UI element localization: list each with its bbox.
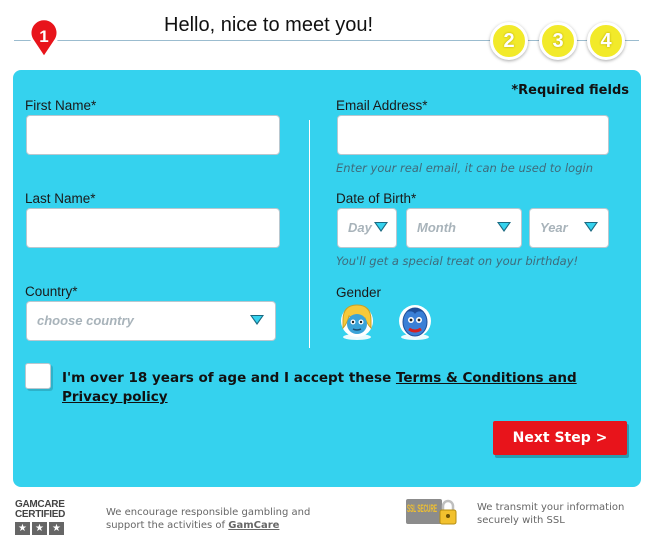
page-title: Hello, nice to meet you! bbox=[164, 14, 373, 36]
country-label: Country* bbox=[25, 284, 78, 299]
gamcare-logo-text: GAMCARE CERTIFIED bbox=[15, 499, 66, 520]
step-3-marker: 3 bbox=[539, 22, 577, 60]
progress-header: 1 Hello, nice to meet you! 2 3 4 bbox=[0, 0, 653, 62]
dob-month-text: Month bbox=[417, 220, 456, 235]
chevron-down-icon bbox=[374, 222, 388, 232]
gender-label: Gender bbox=[336, 285, 382, 300]
chevron-down-icon bbox=[584, 222, 598, 232]
registration-form: *Required fields First Name* Last Name* … bbox=[13, 70, 641, 487]
ssl-badge: SSL SECURE bbox=[406, 498, 460, 526]
dob-year-select[interactable]: Year bbox=[529, 208, 609, 248]
male-avatar-icon[interactable] bbox=[397, 302, 433, 340]
star-icon: ★ bbox=[32, 522, 47, 535]
first-name-field[interactable] bbox=[26, 115, 280, 155]
ssl-badge-text: SSL SECURE bbox=[407, 503, 437, 515]
gamcare-notice: We encourage responsible gambling and su… bbox=[106, 506, 316, 532]
female-avatar-icon[interactable] bbox=[339, 302, 375, 340]
chevron-down-icon bbox=[497, 222, 511, 232]
dob-year-text: Year bbox=[540, 220, 568, 235]
country-select[interactable]: choose country bbox=[26, 301, 276, 341]
star-icon: ★ bbox=[49, 522, 64, 535]
gamcare-logo: GAMCARE CERTIFIED ★ ★ ★ bbox=[15, 500, 69, 535]
terms-prefix: I'm over 18 years of age and I accept th… bbox=[62, 370, 396, 386]
required-fields-note: *Required fields bbox=[511, 83, 629, 98]
dob-hint: You'll get a special treat on your birth… bbox=[336, 254, 579, 268]
last-name-field[interactable] bbox=[26, 208, 280, 248]
chevron-down-icon bbox=[250, 315, 264, 325]
gamcare-notice-text: We encourage responsible gambling and su… bbox=[106, 507, 311, 531]
dob-day-text: Day bbox=[348, 220, 372, 235]
step-1-marker: 1 bbox=[28, 17, 60, 61]
star-icon: ★ bbox=[15, 522, 30, 535]
ssl-notice: We transmit your information securely wi… bbox=[477, 502, 625, 526]
last-name-label: Last Name* bbox=[25, 191, 96, 206]
email-hint: Enter your real email, it can be used to… bbox=[336, 161, 593, 175]
step-4-marker: 4 bbox=[587, 22, 625, 60]
email-label: Email Address* bbox=[336, 98, 428, 113]
terms-text: I'm over 18 years of age and I accept th… bbox=[62, 369, 622, 407]
gamcare-stars: ★ ★ ★ bbox=[15, 522, 69, 535]
email-field[interactable] bbox=[337, 115, 609, 155]
country-placeholder: choose country bbox=[37, 313, 134, 328]
column-divider bbox=[309, 120, 310, 348]
dob-label: Date of Birth* bbox=[336, 191, 417, 206]
step-2-marker: 2 bbox=[490, 22, 528, 60]
dob-day-select[interactable]: Day bbox=[337, 208, 397, 248]
gamcare-link[interactable]: GamCare bbox=[228, 520, 279, 531]
terms-checkbox[interactable] bbox=[25, 363, 51, 389]
first-name-label: First Name* bbox=[25, 98, 97, 113]
dob-month-select[interactable]: Month bbox=[406, 208, 522, 248]
step-1-number: 1 bbox=[39, 27, 48, 46]
next-step-button[interactable]: Next Step > bbox=[493, 421, 627, 455]
